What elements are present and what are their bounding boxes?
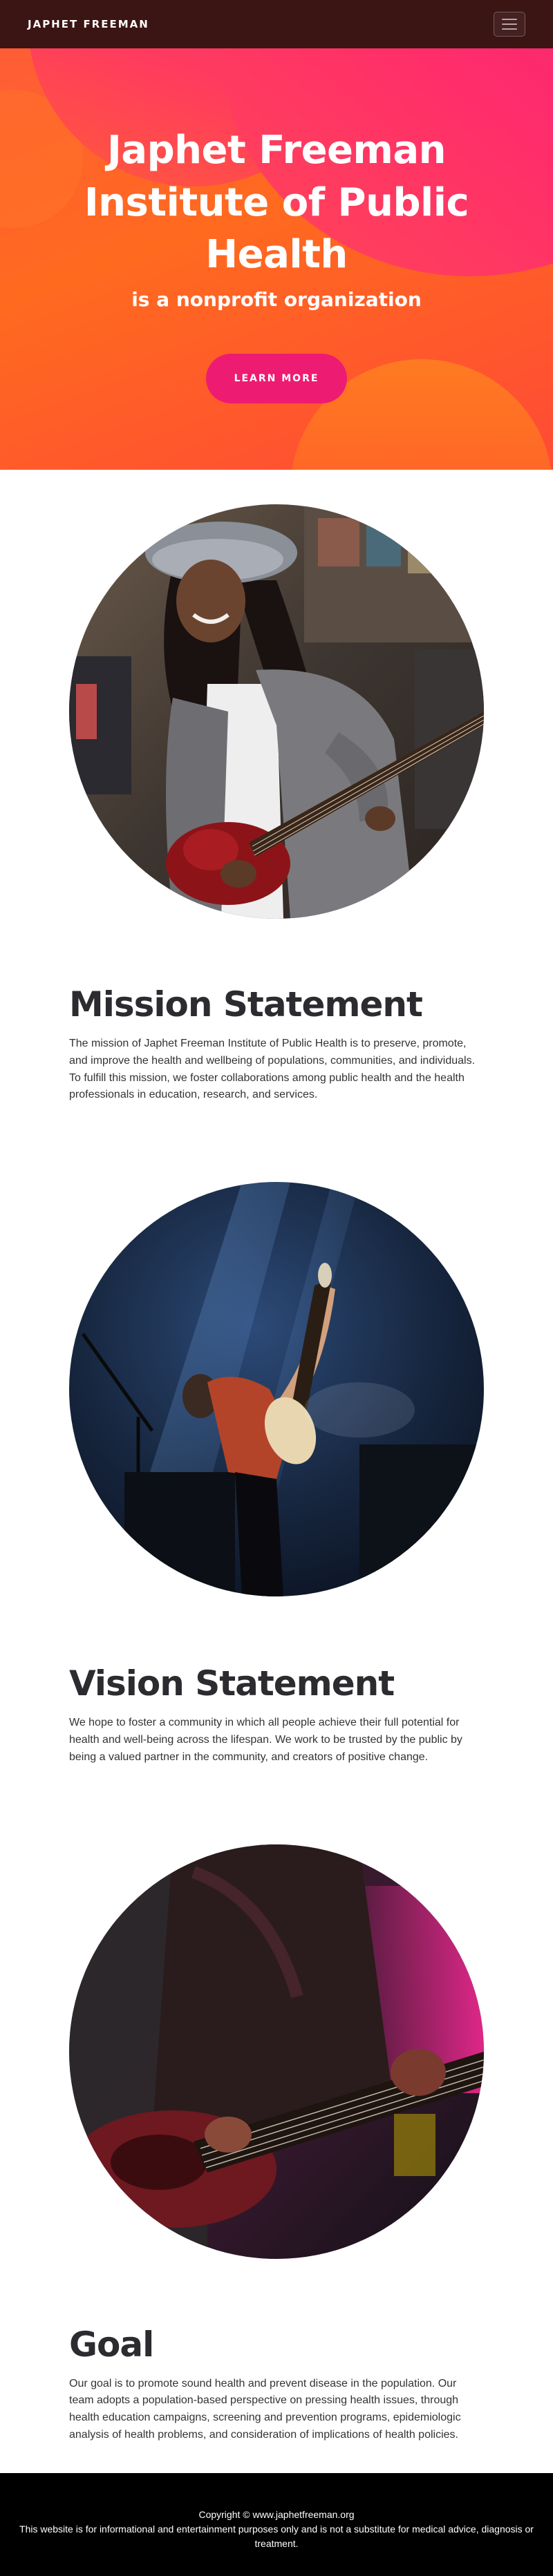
guitarist-photo-3 bbox=[69, 1844, 484, 2259]
footer: Copyright © www.japhetfreeman.org This w… bbox=[0, 2473, 553, 2576]
brand-link[interactable]: JAPHET FREEMAN bbox=[28, 18, 149, 30]
footer-disclaimer: This website is for informational and en… bbox=[19, 2523, 534, 2549]
mission-title: Mission Statement bbox=[69, 984, 423, 1024]
goal-section: Goal Our goal is to promote sound health… bbox=[0, 1844, 553, 2444]
goal-text: Our goal is to promote sound health and … bbox=[69, 2377, 461, 2441]
vision-title: Vision Statement bbox=[69, 1663, 395, 1704]
vision-text: We hope to foster a community in which a… bbox=[69, 1717, 462, 1763]
hero-content: Japhet Freeman Institute of Public Healt… bbox=[0, 124, 553, 403]
hero-title: Japhet Freeman Institute of Public Healt… bbox=[84, 128, 469, 278]
footer-copyright: Copyright © www.japhetfreeman.org bbox=[198, 2509, 355, 2520]
guitarist-photo-1 bbox=[69, 504, 484, 919]
goal-title: Goal bbox=[69, 2324, 154, 2365]
hamburger-icon[interactable] bbox=[494, 12, 525, 37]
hero-banner: Japhet Freeman Institute of Public Healt… bbox=[0, 0, 553, 470]
navbar: JAPHET FREEMAN bbox=[0, 0, 553, 48]
mission-section: Mission Statement The mission of Japhet … bbox=[0, 504, 553, 1104]
guitarist-photo-2 bbox=[69, 1182, 484, 1597]
mission-text: The mission of Japhet Freeman Institute … bbox=[69, 1038, 476, 1101]
hero-subtitle: is a nonprofit organization bbox=[131, 287, 422, 311]
vision-section: Vision Statement We hope to foster a com… bbox=[0, 1182, 553, 1766]
learn-more-button[interactable]: LEARN MORE bbox=[206, 353, 347, 403]
